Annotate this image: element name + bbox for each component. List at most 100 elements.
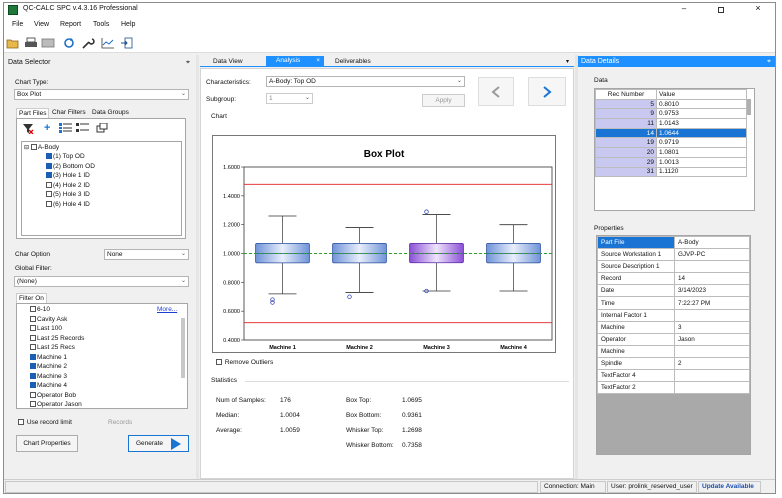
print-icon[interactable]: [23, 35, 39, 51]
pin-icon[interactable]: ⌖: [186, 57, 190, 68]
update-available-link[interactable]: Update Available: [698, 481, 761, 493]
tree-item[interactable]: (1) Top OD: [46, 152, 85, 162]
char-option-label: Char Option: [15, 251, 51, 258]
report-icon[interactable]: [40, 35, 56, 51]
close-tab-icon[interactable]: ×: [316, 56, 320, 66]
open-icon[interactable]: [5, 35, 21, 51]
value-cell: 1.0013: [656, 156, 747, 168]
data-selector-header: Data Selector ⌖: [5, 57, 194, 68]
tab-data-groups[interactable]: Data Groups: [90, 108, 131, 118]
chart-properties-button[interactable]: Chart Properties: [16, 435, 78, 452]
filter-item[interactable]: Last 25 Recs: [30, 343, 75, 353]
property-row[interactable]: Machine 3: [597, 320, 750, 334]
menu-report[interactable]: Report: [60, 21, 81, 28]
tab-deliverables[interactable]: Deliverables: [333, 57, 373, 67]
value-cell: 0.9719: [656, 137, 747, 149]
chart-icon[interactable]: [100, 35, 116, 51]
y-tick-label: 1.0000: [223, 252, 240, 258]
property-row[interactable]: Record 14: [597, 272, 750, 286]
previous-button[interactable]: [478, 77, 514, 106]
filter-item[interactable]: Operator Bob: [30, 391, 76, 401]
filter-item[interactable]: Machine 2: [30, 362, 67, 372]
use-record-limit-checkbox[interactable]: Use record limit: [18, 418, 72, 428]
chevron-down-icon: ⌄: [304, 95, 310, 101]
menu-file[interactable]: File: [12, 21, 23, 28]
table-row[interactable]: 29 1.0013: [595, 156, 747, 168]
pin-icon[interactable]: ⌖: [767, 56, 771, 67]
tab-menu-icon[interactable]: ▾: [566, 58, 569, 65]
minimize-button[interactable]: –: [676, 4, 692, 16]
chart-type-select[interactable]: Box Plot ⌄: [14, 89, 189, 100]
menu-view[interactable]: View: [34, 21, 49, 28]
property-row[interactable]: Source Description 1: [597, 260, 750, 274]
tab-analysis[interactable]: Analysis ×: [266, 56, 324, 67]
subgroup-select[interactable]: 1 ⌄: [266, 93, 313, 104]
property-name: Source Workstation 1: [597, 248, 675, 262]
property-row[interactable]: TextFactor 2: [597, 381, 750, 395]
next-button[interactable]: [528, 77, 566, 106]
column-header[interactable]: Rec Number: [595, 89, 657, 100]
splitter[interactable]: [196, 55, 199, 479]
property-row[interactable]: Part File A-Body: [597, 236, 750, 250]
data-scrollbar[interactable]: [747, 99, 751, 115]
collapse-list-icon[interactable]: [76, 123, 89, 135]
property-name: TextFactor 4: [597, 369, 675, 383]
filter-item[interactable]: Operator Jason: [30, 400, 82, 408]
table-row[interactable]: 14 1.0644: [595, 127, 747, 139]
property-row[interactable]: Date 3/14/2023: [597, 284, 750, 298]
more-link[interactable]: More...: [157, 306, 177, 313]
menu-help[interactable]: Help: [121, 21, 135, 28]
splitter[interactable]: [575, 55, 578, 479]
filter-item[interactable]: Cavity Ask: [30, 315, 67, 325]
close-button[interactable]: ×: [750, 3, 766, 15]
remove-outliers-checkbox[interactable]: Remove Outliers: [216, 358, 273, 368]
tree-item[interactable]: (2) Bottom OD: [46, 162, 95, 172]
filter-item[interactable]: Last 25 Records: [30, 334, 84, 344]
filter-clear-icon[interactable]: [22, 123, 34, 136]
table-row[interactable]: 20 1.0801: [595, 147, 747, 158]
window-title: QC-CALC SPC v.4.3.16 Professional: [23, 5, 138, 12]
tab-char-filters[interactable]: Char Filters: [50, 108, 88, 118]
expand-list-icon[interactable]: [59, 123, 72, 135]
filter-scrollbar[interactable]: [181, 318, 185, 378]
data-section-label: Data: [594, 77, 608, 84]
add-icon[interactable]: +: [44, 122, 50, 134]
wrench-icon[interactable]: [80, 35, 96, 51]
property-row[interactable]: Operator Jason: [597, 332, 750, 346]
table-row[interactable]: 19 0.9719: [595, 137, 747, 149]
table-row[interactable]: 9 0.9753: [595, 108, 747, 120]
char-option-select[interactable]: None ⌄: [104, 249, 189, 260]
property-row[interactable]: Time 7:22:27 PM: [597, 296, 750, 310]
tree-item[interactable]: (5) Hole 3 ID: [46, 190, 90, 200]
property-row[interactable]: Machine: [597, 344, 750, 358]
table-row[interactable]: 5 0.8010: [595, 98, 747, 110]
filter-item[interactable]: Last 100: [30, 324, 62, 334]
tab-data-view[interactable]: Data View: [211, 57, 245, 67]
apply-button[interactable]: Apply: [422, 94, 465, 107]
menu-tools[interactable]: Tools: [93, 21, 109, 28]
filter-item[interactable]: 6-10: [30, 305, 50, 315]
refresh-icon[interactable]: [61, 35, 77, 51]
table-row[interactable]: 11 1.0143: [595, 118, 747, 129]
y-tick-label: 1.6000: [223, 165, 240, 171]
maximize-button[interactable]: [713, 4, 729, 16]
property-row[interactable]: Source Workstation 1 GJVP-PC: [597, 248, 750, 262]
y-tick-label: 0.4000: [223, 338, 240, 344]
tree-item[interactable]: (3) Hole 1 ID: [46, 171, 90, 181]
tree-item[interactable]: (4) Hole 2 ID: [46, 181, 90, 191]
chevron-down-icon: ⌄: [180, 251, 186, 257]
filter-item[interactable]: Machine 4: [30, 381, 67, 391]
table-row[interactable]: 31 1.1120: [595, 166, 747, 178]
property-row[interactable]: Spindle 2: [597, 356, 750, 371]
column-header[interactable]: Value: [656, 89, 747, 100]
property-row[interactable]: TextFactor 4: [597, 369, 750, 383]
generate-button[interactable]: Generate: [128, 435, 189, 452]
property-row[interactable]: Internal Factor 1: [597, 308, 750, 322]
global-filter-select[interactable]: (None) ⌄: [14, 276, 189, 287]
tree-item[interactable]: (6) Hole 4 ID: [46, 200, 90, 210]
characteristics-select[interactable]: A-Body: Top OD ⌄: [266, 76, 465, 87]
windows-icon[interactable]: [96, 122, 109, 135]
filter-item[interactable]: Machine 1: [30, 353, 67, 363]
exit-icon[interactable]: [119, 35, 135, 51]
filter-item[interactable]: Machine 3: [30, 372, 67, 382]
